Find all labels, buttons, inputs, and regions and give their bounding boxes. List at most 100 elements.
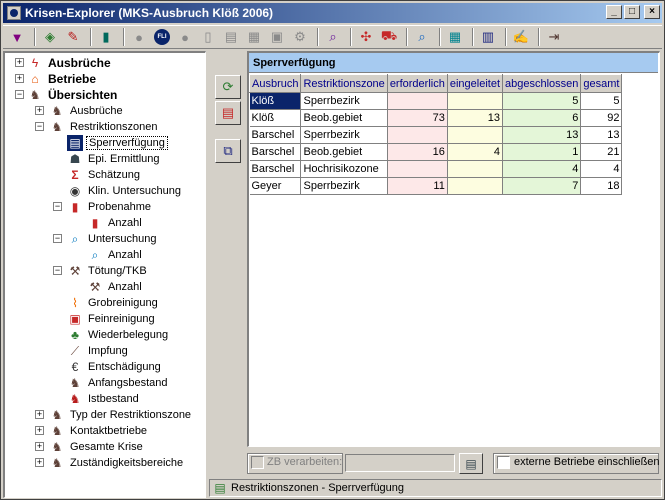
table-row[interactable]: Klöß Beob.gebiet 73 13 6 92 — [249, 109, 623, 127]
grid-cell[interactable] — [447, 126, 504, 144]
maximize-button[interactable]: □ — [624, 5, 640, 19]
grid-cell[interactable]: Klöß — [249, 92, 302, 110]
globe-fli-icon[interactable]: FLI — [152, 27, 172, 47]
tree-item-impfung[interactable]: ⟋ Impfung — [67, 343, 130, 359]
grid-cell[interactable]: 4 — [502, 160, 582, 178]
grid-cell[interactable]: 7 — [502, 177, 582, 195]
grid-cell[interactable] — [447, 177, 504, 195]
table-row[interactable]: Barschel Hochrisikozone 4 4 — [249, 160, 623, 178]
column-header-eingeleitet[interactable]: eingeleitet — [446, 74, 504, 93]
tree-item-probenahme-anzahl[interactable]: ▮ Anzahl — [87, 215, 144, 231]
refresh-button[interactable]: ⟳ — [215, 75, 241, 99]
tree-item-typ-restriktionszone[interactable]: + ♞ Typ der Restriktionszone — [35, 407, 193, 423]
grid-cell[interactable]: Hochrisikozone — [300, 160, 388, 178]
tree-item-toetung-anzahl[interactable]: ⚒ Anzahl — [87, 279, 144, 295]
document-plus-icon[interactable]: ▣ — [267, 27, 287, 47]
grid-cell[interactable]: 13 — [502, 126, 582, 144]
table-row[interactable]: Klöß Sperrbezirk 5 5 — [249, 92, 623, 110]
grid-cell[interactable]: 5 — [502, 92, 582, 110]
tree-item-feinreinigung[interactable]: ▣ Feinreinigung — [67, 311, 157, 327]
zb-input[interactable] — [345, 454, 455, 472]
calculator-icon[interactable]: ▦ — [445, 27, 465, 47]
book-icon[interactable]: ▮ — [96, 27, 116, 47]
grid-cell[interactable]: 13 — [580, 126, 623, 144]
grid-cell[interactable]: 13 — [447, 109, 504, 127]
tree-item-restriktionszonen[interactable]: − ♞ Restriktionszonen — [35, 119, 159, 135]
tree-item-betriebe[interactable]: + ⌂ Betriebe — [15, 71, 98, 87]
tree-item-entschaedigung[interactable]: € Entschädigung — [67, 359, 163, 375]
column-header-restriktionszone[interactable]: Restriktionszone — [300, 74, 388, 93]
edit-icon[interactable]: ✎ — [63, 27, 83, 47]
grid-cell[interactable] — [387, 92, 448, 110]
grid-cell[interactable]: Geyer — [249, 177, 302, 195]
collapse-toggle[interactable]: − — [15, 90, 24, 99]
document-w-icon[interactable]: ▦ — [244, 27, 264, 47]
expand-toggle[interactable]: + — [35, 442, 44, 451]
grid-cell[interactable]: 16 — [387, 143, 448, 161]
collapse-toggle[interactable]: − — [35, 122, 44, 131]
grid-cell[interactable]: Sperrbezirk — [300, 126, 388, 144]
data-grid[interactable]: Ausbruch Restriktionszone erforderlich e… — [248, 74, 623, 195]
grid-cell[interactable]: Beob.gebiet — [300, 143, 388, 161]
tree-item-untersuchung[interactable]: − ⌕ Untersuchung — [53, 231, 159, 247]
tree-item-istbestand[interactable]: ♞ Istbestand — [67, 391, 141, 407]
grid-cell[interactable]: Barschel — [249, 143, 302, 161]
tree-item-kontaktbetriebe[interactable]: + ♞ Kontaktbetriebe — [35, 423, 149, 439]
document-lines-icon[interactable]: ▤ — [221, 27, 241, 47]
grid-cell[interactable] — [387, 126, 448, 144]
tree-item-epi-ermittlung[interactable]: ☗ Epi. Ermittlung — [67, 151, 162, 167]
expand-toggle[interactable]: + — [35, 458, 44, 467]
column-header-erforderlich[interactable]: erforderlich — [386, 74, 448, 93]
globe-gray-icon[interactable]: ● — [129, 27, 149, 47]
tree-item-zustaendigkeitsbereiche[interactable]: + ♞ Zuständigkeitsbereiche — [35, 455, 185, 471]
close-button[interactable]: × — [644, 5, 660, 19]
collapse-toggle[interactable]: − — [53, 266, 62, 275]
tree-item-ausbrueche-root[interactable]: + ϟ Ausbrüche — [15, 55, 113, 71]
table-row[interactable]: Geyer Sperrbezirk 11 7 18 — [249, 177, 623, 195]
navigation-tree[interactable]: + ϟ Ausbrüche + ⌂ Betriebe − ♞ Übersicht… — [3, 51, 206, 498]
grid-cell[interactable]: Klöß — [249, 109, 302, 127]
tree-item-gesamte-krise[interactable]: + ♞ Gesamte Krise — [35, 439, 145, 455]
column-header-gesamt[interactable]: gesamt — [580, 74, 623, 93]
document-icon[interactable]: ▯ — [198, 27, 218, 47]
grid-cell[interactable] — [387, 160, 448, 178]
tree-item-toetung-tkb[interactable]: − ⚒ Tötung/TKB — [53, 263, 149, 279]
magnifier-icon[interactable]: ⌕ — [323, 27, 343, 47]
tree-item-schaetzung[interactable]: Σ Schätzung — [67, 167, 142, 183]
expand-toggle[interactable]: + — [15, 58, 24, 67]
globe-gray-icon[interactable]: ● — [175, 27, 195, 47]
tree-item-anfangsbestand[interactable]: ♞ Anfangsbestand — [67, 375, 170, 391]
externe-betriebe-checkbox[interactable] — [497, 456, 510, 469]
grid-cell[interactable]: 18 — [580, 177, 623, 195]
expand-toggle[interactable]: + — [35, 106, 44, 115]
grid-cell[interactable]: 73 — [387, 109, 448, 127]
table-row[interactable]: Barschel Beob.gebiet 16 4 1 21 — [249, 143, 623, 161]
table-row[interactable]: Barschel Sperrbezirk 13 13 — [249, 126, 623, 144]
tree-item-wiederbelegung[interactable]: ♣ Wiederbelegung — [67, 327, 170, 343]
grid-cell[interactable]: Barschel — [249, 126, 302, 144]
notepad-icon[interactable]: ✍ — [511, 27, 531, 47]
title-bar[interactable]: Krisen-Explorer (MKS-Ausbruch Klöß 2006)… — [3, 3, 662, 23]
tree-item-probenahme[interactable]: − ▮ Probenahme — [53, 199, 153, 215]
grid-cell[interactable]: 11 — [387, 177, 448, 195]
grid-cell[interactable]: Sperrbezirk — [300, 92, 388, 110]
open-icon[interactable]: ◈ — [40, 27, 60, 47]
tree-item-untersuchung-anzahl[interactable]: ⌕ Anzahl — [87, 247, 144, 263]
grid-cell[interactable]: 21 — [580, 143, 623, 161]
grid-cell[interactable]: 5 — [580, 92, 623, 110]
grid-cell[interactable]: 92 — [580, 109, 623, 127]
collapse-toggle[interactable]: − — [53, 202, 62, 211]
grid-cell[interactable]: 4 — [447, 143, 504, 161]
expand-toggle[interactable]: + — [15, 74, 24, 83]
network-icon[interactable]: ✣ — [356, 27, 376, 47]
column-header-abgeschlossen[interactable]: abgeschlossen — [501, 74, 582, 93]
grid-cell[interactable]: Beob.gebiet — [300, 109, 388, 127]
grid-cell[interactable]: 6 — [502, 109, 582, 127]
document-gear-icon[interactable]: ⚙ — [290, 27, 310, 47]
collapse-toggle[interactable]: − — [53, 234, 62, 243]
print-button[interactable]: ▤ — [215, 101, 241, 125]
filter-icon[interactable]: ▼ — [7, 27, 27, 47]
grid-cell[interactable]: 1 — [502, 143, 582, 161]
minimize-button[interactable]: _ — [606, 5, 622, 19]
copy-button[interactable]: ⧉ — [215, 139, 241, 163]
